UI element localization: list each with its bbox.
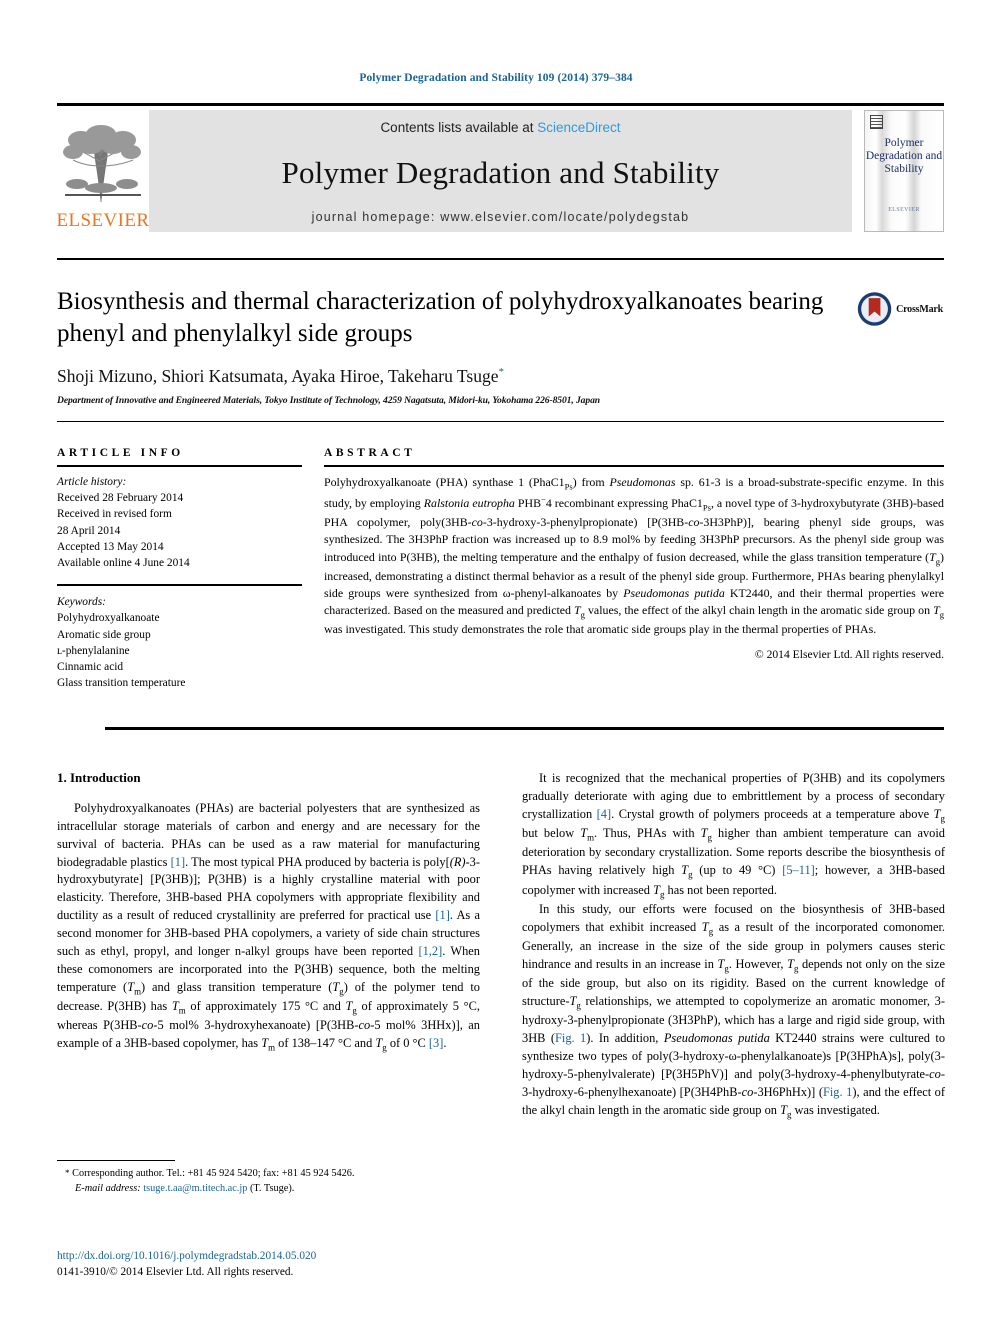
- page-title: Biosynthesis and thermal characterizatio…: [57, 288, 824, 347]
- history-item: Received 28 February 2014: [57, 492, 184, 505]
- banner-top-rule: [57, 103, 944, 106]
- history-item: Accepted 13 May 2014: [57, 540, 164, 553]
- abstract-text: Polyhydroxyalkanoate (PHA) synthase 1 (P…: [324, 475, 945, 637]
- abstract-copyright: © 2014 Elsevier Ltd. All rights reserved…: [754, 647, 944, 661]
- abstract-rule: [324, 465, 944, 467]
- crossmark-label: CrossMark: [896, 303, 943, 315]
- article-history: Article history: Received 28 February 20…: [57, 474, 302, 571]
- title-top-rule: [57, 258, 944, 260]
- corresponding-author-marker: *: [498, 366, 504, 379]
- article-info-heading: ARTICLE INFO: [57, 447, 184, 459]
- keywords-rule: [57, 584, 302, 587]
- footnote-contact: Corresponding author. Tel.: +81 45 924 5…: [72, 1168, 355, 1179]
- meta-area: ARTICLE INFO Article history: Received 2…: [57, 447, 944, 691]
- keywords-block: Keywords: Polyhydroxyalkanoate Aromatic …: [57, 594, 302, 691]
- footnote-line-2: E-mail address: tsuge.t.aa@m.titech.ac.j…: [57, 1182, 480, 1197]
- crossmark-badge[interactable]: CrossMark: [857, 287, 943, 331]
- article-history-label: Article history:: [57, 476, 127, 488]
- cover-title: Polymer Degradation and Stability: [865, 137, 943, 175]
- keywords-label: Keywords:: [57, 596, 106, 609]
- intro-paragraph-right-1: It is recognized that the mechanical pro…: [522, 771, 946, 899]
- issn-copyright: 0141-3910/© 2014 Elsevier Ltd. All right…: [57, 1265, 294, 1278]
- contents-available-line: Contents lists available at ScienceDirec…: [380, 120, 620, 135]
- footnote-line-1: * Corresponding author. Tel.: +81 45 924…: [57, 1167, 480, 1182]
- article-info-rule: [57, 465, 302, 467]
- keyword-item: Aromatic side group: [57, 628, 151, 641]
- author-names: Shoji Mizuno, Shiori Katsumata, Ayaka Hi…: [57, 366, 499, 386]
- history-item: Available online 4 June 2014: [57, 556, 190, 569]
- footnote-rule: [57, 1160, 175, 1161]
- title-block: Biosynthesis and thermal characterizatio…: [57, 286, 847, 406]
- keyword-item: ʟ-phenylalanine: [57, 644, 130, 657]
- contents-prefix: Contents lists available at: [380, 120, 538, 135]
- journal-banner: ELSEVIER Contents lists available at Sci…: [57, 110, 944, 232]
- body-columns: 1. Introduction Polyhydroxyalkanoates (P…: [57, 770, 945, 1121]
- keyword-item: Polyhydroxyalkanoate: [57, 612, 160, 625]
- journal-title: Polymer Degradation and Stability: [281, 155, 720, 190]
- history-item: 28 April 2014: [57, 524, 121, 537]
- keyword-item: Cinnamic acid: [57, 660, 124, 673]
- email-suffix: (T. Tsuge).: [249, 1182, 295, 1194]
- info-top-rule: [57, 421, 944, 422]
- meta-bottom-rule: [105, 727, 944, 730]
- journal-homepage-link[interactable]: journal homepage: www.elsevier.com/locat…: [312, 210, 690, 224]
- keyword-item: Glass transition temperature: [57, 677, 186, 690]
- abstract-heading: ABSTRACT: [324, 447, 416, 459]
- email-link[interactable]: tsuge.t.aa@m.titech.ac.jp: [143, 1183, 247, 1194]
- article-info-column: ARTICLE INFO Article history: Received 2…: [57, 447, 302, 691]
- journal-cover-thumbnail: Polymer Degradation and Stability ELSEVI…: [864, 110, 944, 232]
- corresponding-author-footnote: * Corresponding author. Tel.: +81 45 924…: [57, 1160, 480, 1196]
- running-head: Polymer Degradation and Stability 109 (2…: [359, 72, 633, 84]
- elsevier-logo: ELSEVIER: [57, 110, 149, 232]
- abstract-column: ABSTRACT Polyhydroxyalkanoate (PHA) synt…: [324, 447, 944, 691]
- footer-doi-block: http://dx.doi.org/10.1016/j.polymdegrads…: [57, 1249, 487, 1281]
- footnote-star: *: [65, 1168, 70, 1178]
- email-label: E-mail address:: [75, 1182, 141, 1194]
- article-page: Polymer Degradation and Stability 109 (2…: [0, 0, 992, 1323]
- body-column-left: 1. Introduction Polyhydroxyalkanoates (P…: [57, 770, 480, 1121]
- cover-publisher: ELSEVIER: [865, 206, 943, 215]
- author-list: Shoji Mizuno, Shiori Katsumata, Ayaka Hi…: [57, 366, 847, 387]
- cover-glyph-icon: [870, 115, 883, 129]
- affiliation: Department of Innovative and Engineered …: [57, 395, 601, 406]
- intro-paragraph-left: Polyhydroxyalkanoates (PHAs) are bacteri…: [57, 801, 481, 1053]
- cover-publisher-name: ELSEVIER: [888, 207, 920, 213]
- sciencedirect-link[interactable]: ScienceDirect: [537, 120, 620, 135]
- section-heading-introduction: 1. Introduction: [57, 770, 141, 785]
- crossmark-icon: [857, 292, 892, 326]
- elsevier-wordmark: ELSEVIER: [56, 210, 150, 231]
- intro-paragraph-right-2: In this study, our efforts were focused …: [522, 901, 946, 1120]
- banner-center: Contents lists available at ScienceDirec…: [149, 110, 852, 232]
- doi-link[interactable]: http://dx.doi.org/10.1016/j.polymdegrads…: [57, 1249, 487, 1265]
- history-item: Received in revised form: [57, 508, 172, 521]
- elsevier-tree-icon: [63, 125, 141, 203]
- body-column-right: It is recognized that the mechanical pro…: [522, 770, 945, 1121]
